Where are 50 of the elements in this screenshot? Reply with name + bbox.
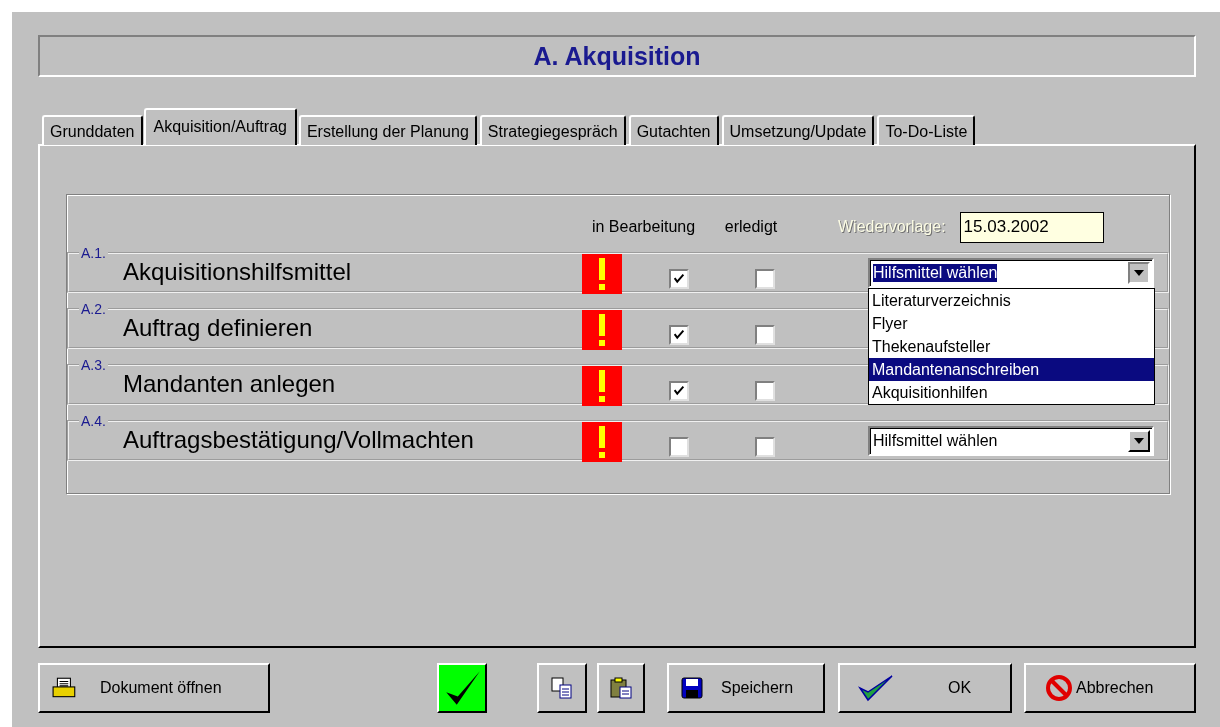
tab[interactable]: Umsetzung/Update	[721, 115, 875, 145]
in-progress-checkbox[interactable]	[669, 381, 689, 401]
copy-icon	[550, 676, 574, 700]
paste-icon	[609, 676, 633, 700]
task-title: Akquisitionshilfsmittel	[122, 258, 353, 286]
in-progress-checkbox[interactable]	[669, 437, 689, 457]
follow-up-date-field[interactable]: 15.03.2002	[959, 211, 1104, 243]
task-number: A.1.	[80, 247, 107, 259]
dropdown-option[interactable]: Flyer	[869, 312, 1154, 335]
dropdown-option[interactable]: Thekenaufsteller	[869, 335, 1154, 358]
checkmark-icon	[858, 674, 894, 702]
tab[interactable]: Akquisition/Auftrag	[143, 108, 297, 145]
dialog-title: A. Akquisition	[38, 35, 1196, 77]
task-number: A.3.	[80, 359, 107, 371]
in-progress-checkbox[interactable]	[669, 269, 689, 289]
done-checkbox[interactable]	[755, 437, 775, 457]
tab[interactable]: Strategiegespräch	[479, 115, 626, 145]
task-title: Auftragsbestätigung/Vollmachten	[122, 426, 475, 454]
check-icon	[672, 272, 686, 286]
done-checkbox[interactable]	[755, 381, 775, 401]
ok-button[interactable]: OK	[838, 663, 1012, 713]
confirm-button[interactable]	[437, 663, 487, 713]
prohibited-icon	[1044, 673, 1074, 703]
tab[interactable]: Gutachten	[628, 115, 719, 145]
tab[interactable]: Grunddaten	[42, 115, 143, 145]
paste-button[interactable]	[597, 663, 645, 713]
open-document-button[interactable]: Dokument öffnen	[38, 663, 270, 713]
dropdown-option[interactable]: Akquisitionhilfen	[869, 381, 1154, 404]
check-icon	[672, 384, 686, 398]
follow-up-label: Wiedervorlage:	[838, 218, 946, 236]
task-number: A.4.	[80, 415, 107, 427]
copy-button[interactable]	[537, 663, 587, 713]
in-progress-checkbox[interactable]	[669, 325, 689, 345]
aid-dropdown[interactable]: Hilfsmittel wählen	[868, 426, 1154, 456]
task-number: A.2.	[80, 303, 107, 315]
dropdown-option[interactable]: Mandantenanschreiben	[869, 358, 1154, 381]
save-button[interactable]: Speichern	[667, 663, 825, 713]
aid-dropdown[interactable]: Hilfsmittel wählen	[868, 258, 1154, 288]
check-icon	[672, 328, 686, 342]
document-tray-icon	[52, 677, 78, 699]
tab[interactable]: To-Do-Liste	[877, 115, 976, 145]
column-header: in Bearbeitung	[590, 218, 697, 236]
task-title: Auftrag definieren	[122, 314, 314, 342]
column-header: erledigt	[723, 218, 779, 236]
cancel-button[interactable]: Abbrechen	[1024, 663, 1196, 713]
dropdown-option[interactable]: Literaturverzeichnis	[869, 289, 1154, 312]
tab[interactable]: Erstellung der Planung	[298, 115, 477, 145]
task-title: Mandanten anlegen	[122, 370, 337, 398]
done-checkbox[interactable]	[755, 325, 775, 345]
done-checkbox[interactable]	[755, 269, 775, 289]
